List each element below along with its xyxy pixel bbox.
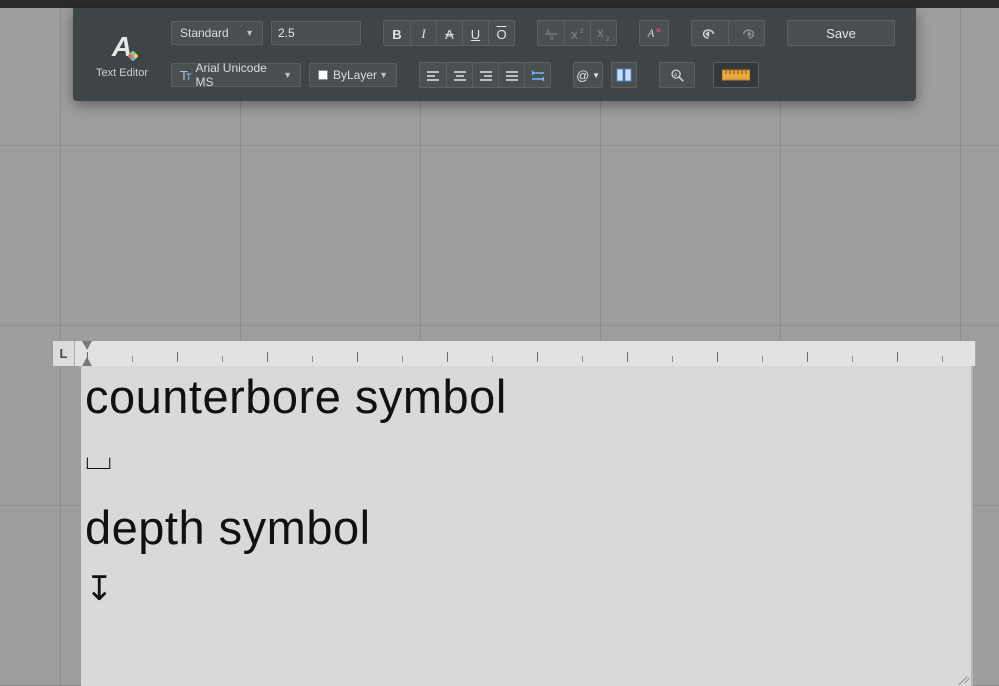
bold-button[interactable]: B	[384, 21, 410, 46]
svg-text:X: X	[571, 31, 578, 42]
svg-text:A: A	[647, 29, 655, 40]
ruler-icon	[722, 69, 750, 81]
text-editor-logo-icon: A	[112, 31, 132, 63]
text-style-value: Standard	[180, 26, 229, 40]
chevron-down-icon: ▼	[592, 71, 600, 80]
distribute-icon	[530, 68, 546, 84]
undo-button[interactable]	[692, 21, 728, 46]
history-group	[691, 20, 765, 46]
text-editor-ribbon: A Text Editor Standard ▼ B I A U O ab	[73, 8, 916, 101]
format-group: B I A U O	[383, 20, 515, 46]
tab-stop-type-button[interactable]: L	[53, 341, 75, 366]
clear-format-icon: A	[646, 25, 662, 41]
text-ruler[interactable]: L	[52, 340, 977, 367]
chevron-down-icon: ▼	[245, 28, 254, 38]
superscript-button[interactable]: X2	[564, 21, 590, 46]
align-right-icon	[478, 68, 494, 84]
font-dropdown[interactable]: TT Arial Unicode MS ▼	[171, 63, 301, 87]
align-center-icon	[452, 68, 468, 84]
svg-text:b: b	[550, 36, 554, 42]
subscript-icon: X2	[596, 26, 612, 42]
truetype-icon: TT	[180, 68, 191, 83]
svg-text:2: 2	[606, 37, 610, 42]
align-justify-icon	[504, 68, 520, 84]
distribute-button[interactable]	[524, 63, 550, 88]
justify-center-button[interactable]	[446, 63, 472, 88]
text-line[interactable]: depth symbol	[85, 503, 967, 552]
justify-full-button[interactable]	[498, 63, 524, 88]
counterbore-symbol[interactable]: ⌴	[85, 441, 112, 477]
save-button[interactable]: Save	[787, 20, 895, 46]
strikethrough-button[interactable]: A	[436, 21, 462, 46]
svg-text:2: 2	[580, 29, 584, 35]
ribbon-panel-label: A Text Editor	[83, 16, 161, 93]
justify-group	[419, 62, 551, 88]
svg-text:X: X	[597, 29, 604, 40]
overline-button[interactable]: O	[488, 21, 514, 46]
find-replace-button[interactable]: A	[659, 62, 695, 88]
ruler-track[interactable]	[75, 341, 976, 366]
columns-button[interactable]	[611, 62, 637, 88]
svg-text:A: A	[674, 72, 678, 78]
stack-group: ab X2 X2	[537, 20, 617, 46]
superscript-icon: X2	[570, 26, 586, 42]
text-line[interactable]: counterbore symbol	[85, 372, 967, 421]
columns-icon	[616, 67, 632, 83]
align-left-icon	[425, 68, 441, 84]
depth-symbol[interactable]: ↧	[85, 572, 114, 608]
app-menubar	[0, 0, 999, 8]
color-swatch-icon	[318, 70, 328, 80]
italic-button[interactable]: I	[410, 21, 436, 46]
ruler-toggle-button[interactable]	[713, 62, 759, 88]
save-label: Save	[826, 26, 856, 41]
panel-title: Text Editor	[96, 67, 148, 79]
color-layer-value: ByLayer	[333, 68, 377, 82]
font-value: Arial Unicode MS	[195, 61, 283, 89]
fraction-icon: ab	[543, 26, 559, 42]
chevron-down-icon: ▼	[283, 70, 292, 80]
chevron-down-icon: ▼	[379, 70, 388, 80]
redo-icon	[739, 26, 755, 42]
text-height-input[interactable]	[271, 21, 361, 45]
undo-icon	[702, 26, 718, 42]
justify-right-button[interactable]	[472, 63, 498, 88]
resize-handle[interactable]	[957, 672, 969, 684]
subscript-button[interactable]: X2	[590, 21, 616, 46]
underline-button[interactable]: U	[462, 21, 488, 46]
mtext-edit-box[interactable]: counterbore symbol ⌴ depth symbol ↧	[81, 366, 973, 686]
find-icon: A	[669, 67, 685, 83]
at-field-icon: @	[576, 68, 589, 83]
text-style-dropdown[interactable]: Standard ▼	[171, 21, 263, 45]
insert-field-button[interactable]: @ ▼	[573, 62, 603, 88]
stack-fraction-button[interactable]: ab	[538, 21, 564, 46]
color-layer-dropdown[interactable]: ByLayer ▼	[309, 63, 397, 87]
first-line-indent-marker[interactable]	[82, 341, 92, 350]
clear-formatting-button[interactable]: A	[639, 20, 669, 46]
redo-button[interactable]	[728, 21, 764, 46]
justify-left-button[interactable]	[420, 63, 446, 88]
